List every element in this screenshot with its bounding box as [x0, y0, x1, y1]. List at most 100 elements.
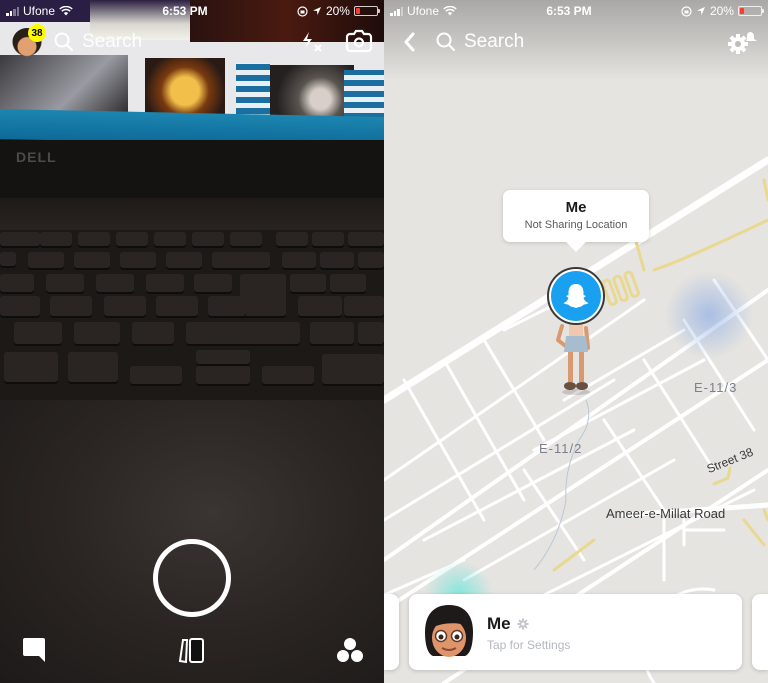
map-header: Search: [384, 24, 768, 60]
camera-screen: DELL Ufone 6:53 PM 20% 38 Search: [0, 0, 384, 683]
user-location-pin[interactable]: [547, 267, 605, 325]
key: [196, 350, 250, 364]
battery-percent: 20%: [709, 4, 734, 18]
search-label: Search: [464, 31, 525, 52]
key: [40, 232, 72, 246]
key: [154, 232, 186, 246]
chat-icon[interactable]: [22, 637, 46, 663]
bitmoji-figure: [556, 318, 590, 395]
key: [196, 366, 250, 384]
screens: DELL Ufone 6:53 PM 20% 38 Search Ufone 6…: [0, 0, 768, 683]
key: [192, 232, 224, 246]
flash-off-icon[interactable]: [300, 30, 324, 54]
wifi-icon: [59, 6, 73, 16]
shutter-button[interactable]: [153, 539, 231, 617]
memories-icon[interactable]: [176, 636, 208, 666]
search-button[interactable]: Search: [54, 28, 142, 56]
settings-gear-icon[interactable]: [726, 28, 760, 56]
viewfinder-brand-text: DELL: [16, 149, 57, 165]
location-arrow-icon: [312, 7, 321, 15]
key: [208, 296, 246, 316]
key: [50, 296, 92, 316]
callout-status: Not Sharing Location: [524, 219, 628, 231]
key: [96, 274, 134, 292]
location-arrow-icon: [696, 7, 705, 15]
search-icon: [436, 32, 456, 52]
status-time: 6:53 PM: [546, 4, 592, 18]
road: [642, 358, 716, 472]
profile-name: Me: [487, 614, 529, 634]
previous-card[interactable]: [384, 594, 399, 670]
search-label: Search: [82, 31, 143, 52]
key: [0, 296, 40, 316]
signal-icon: [6, 6, 19, 16]
road: [762, 178, 768, 202]
wifi-icon: [443, 6, 457, 16]
key: [312, 232, 344, 246]
discover-icon[interactable]: [335, 636, 365, 666]
key: [28, 252, 64, 268]
key: [104, 296, 146, 316]
key: [348, 232, 384, 246]
next-card[interactable]: [752, 594, 768, 670]
key: [132, 322, 174, 344]
viewfinder-laptop-bezel: [0, 140, 384, 200]
key: [166, 252, 202, 268]
key: [290, 274, 326, 292]
key: [330, 274, 366, 292]
key: [78, 232, 110, 246]
location-callout[interactable]: Me Not Sharing Location: [503, 190, 649, 242]
key: [322, 354, 384, 384]
profile-name-text: Me: [487, 614, 511, 633]
signal-icon: [390, 6, 403, 16]
ghost-icon: [563, 284, 589, 308]
snap-map-screen: Ufone 6:53 PM 20% Search E-11/3 E-11/2 S…: [384, 0, 768, 683]
back-chevron-icon[interactable]: [400, 30, 420, 54]
viewfinder-image: [0, 55, 128, 115]
key: [14, 322, 62, 344]
notification-badge: 38: [28, 24, 46, 42]
key: [276, 232, 308, 246]
viewfinder-keyboard: [0, 230, 384, 400]
key: [4, 352, 58, 382]
key: [120, 252, 156, 268]
carrier-name: Ufone: [23, 4, 56, 18]
key: [46, 274, 84, 292]
status-bar: Ufone 6:53 PM 20%: [0, 0, 384, 22]
key: [74, 252, 110, 268]
key: [68, 352, 118, 382]
rotation-lock-icon: [297, 5, 308, 17]
key: [282, 252, 316, 268]
key: [156, 296, 198, 316]
area-label: E-11/2: [539, 441, 583, 456]
rotation-lock-icon: [681, 5, 692, 17]
road: [384, 558, 466, 597]
key: [186, 322, 300, 344]
profile-card[interactable]: Me Tap for Settings: [409, 594, 742, 670]
small-gear-icon: [517, 618, 529, 630]
status-bar: Ufone 6:53 PM 20%: [384, 0, 768, 22]
search-icon: [54, 32, 74, 52]
area-label: E-11/3: [694, 380, 738, 395]
key: [230, 232, 262, 246]
key: [0, 252, 16, 266]
road-label: Ameer-e-Millat Road: [606, 506, 726, 521]
battery-icon: [353, 6, 380, 16]
key: [0, 232, 40, 246]
viewfinder-hinge: [0, 198, 384, 233]
bitmoji-avatar: [425, 605, 473, 657]
battery-percent: 20%: [325, 4, 350, 18]
road: [482, 338, 546, 442]
key: [130, 366, 182, 384]
camera-header: 38 Search: [0, 24, 384, 60]
battery-icon: [737, 6, 764, 16]
road: [742, 518, 766, 547]
key: [240, 274, 286, 316]
flip-camera-icon[interactable]: [344, 28, 374, 54]
key: [212, 252, 270, 268]
profile-subtitle: Tap for Settings: [487, 638, 571, 652]
road: [762, 508, 768, 522]
search-button[interactable]: Search: [436, 28, 524, 56]
road: [422, 428, 636, 542]
key: [74, 322, 120, 344]
